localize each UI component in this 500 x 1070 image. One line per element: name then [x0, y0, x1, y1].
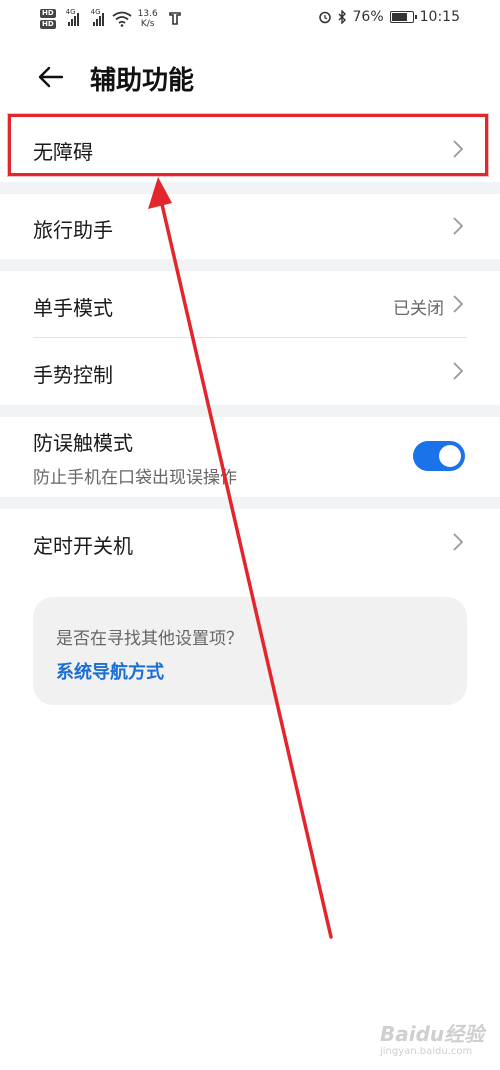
settings-item-travel-assistant[interactable]: 旅行助手	[0, 194, 500, 259]
settings-item-label: 防误触模式	[33, 431, 133, 455]
section-gap	[0, 182, 500, 194]
annotation-highlight-box	[8, 114, 488, 176]
hd-indicators: HD HD	[40, 9, 56, 29]
settings-item-gesture-control[interactable]: 手势控制	[0, 338, 500, 404]
app-header: 辅助功能	[0, 50, 500, 106]
hd-badge: HD	[40, 20, 56, 29]
settings-item-value: 已关闭	[393, 299, 444, 319]
watermark-text: Baidu经验	[380, 1022, 485, 1046]
settings-item-label: 定时开关机	[33, 534, 133, 558]
settings-item-label: 手势控制	[33, 363, 113, 387]
chevron-right-icon	[453, 362, 464, 380]
watermark-url: jingyan.baidu.com	[380, 1046, 473, 1057]
settings-item-label: 旅行助手	[33, 218, 113, 242]
cellular-signal-icon: 4G	[91, 8, 104, 26]
suggestion-question: 是否在寻找其他设置项？	[56, 629, 243, 649]
system-navigation-link[interactable]: 系统导航方式	[56, 658, 164, 684]
chevron-right-icon	[453, 295, 464, 313]
status-bar: HD HD 4G 4G 13.6 K/s 76% 10:15	[0, 0, 500, 38]
chevron-right-icon	[453, 533, 464, 551]
settings-item-accidental-touch: 防误触模式 防止手机在口袋出现误操作	[0, 417, 500, 497]
network-type-label: 4G	[65, 8, 76, 16]
app-notification-icon	[168, 12, 181, 25]
network-speed: 13.6 K/s	[138, 9, 158, 29]
section-gap	[0, 259, 500, 271]
network-type-label: 4G	[90, 8, 101, 16]
status-bar-left: HD HD 4G 4G 13.6 K/s	[40, 6, 182, 32]
settings-item-scheduled-power[interactable]: 定时开关机	[0, 509, 500, 575]
wifi-icon	[112, 11, 132, 27]
battery-icon	[389, 11, 417, 23]
hd-badge: HD	[40, 9, 56, 18]
baidu-watermark: Baidu经验 jingyan.baidu.com	[380, 1016, 490, 1060]
settings-item-description: 防止手机在口袋出现误操作	[33, 468, 237, 488]
settings-item-label: 单手模式	[33, 296, 113, 320]
speed-value: 13.6	[137, 9, 158, 19]
back-arrow-icon[interactable]	[36, 62, 66, 92]
suggestion-card: 是否在寻找其他设置项？ 系统导航方式	[33, 597, 467, 705]
accidental-touch-toggle[interactable]	[413, 441, 465, 471]
bluetooth-icon	[338, 10, 346, 24]
toggle-knob	[439, 445, 461, 467]
section-gap	[0, 405, 500, 417]
alarm-icon	[318, 11, 331, 24]
status-bar-right: 76% 10:15	[318, 9, 460, 25]
speed-unit: K/s	[140, 19, 155, 29]
section-gap	[0, 497, 500, 509]
chevron-right-icon	[453, 217, 464, 235]
page-title: 辅助功能	[90, 66, 195, 96]
battery-percent: 76%	[352, 9, 384, 25]
clock: 10:15	[419, 9, 460, 25]
cellular-signal-icon: 4G	[66, 8, 79, 26]
settings-item-one-hand-mode[interactable]: 单手模式 已关闭	[0, 271, 500, 337]
